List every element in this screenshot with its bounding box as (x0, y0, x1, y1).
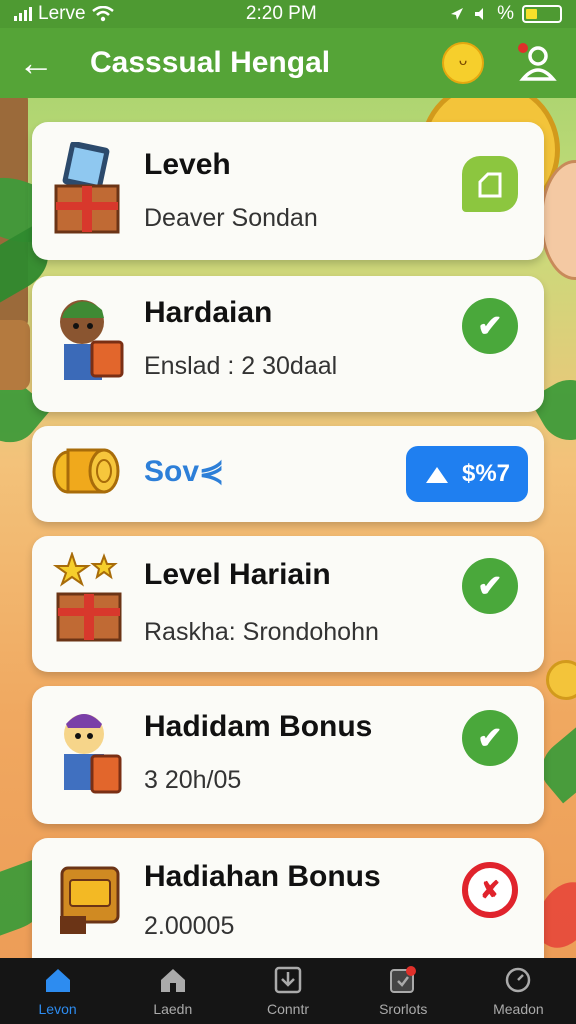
character-bag-icon (52, 704, 128, 794)
denied-icon[interactable]: ✘ (462, 862, 518, 918)
coin-rolls-icon (50, 440, 126, 510)
volume-icon (475, 8, 484, 20)
reward-card[interactable]: Hadidam Bonus 3 20h/05 ✔ (32, 686, 544, 824)
check-icon[interactable]: ✔ (462, 710, 518, 766)
wifi-icon (91, 6, 114, 22)
home-outline-icon (158, 965, 188, 995)
location-icon (451, 8, 464, 20)
app-header: ← Casssual Hengal ᵕ (0, 28, 576, 98)
tag-icon[interactable] (462, 156, 518, 212)
back-arrow-icon[interactable]: ← (18, 45, 58, 81)
card-title: Sov⋞ (144, 455, 225, 488)
reward-card[interactable]: Hardaian Enslad : 2 30daal ✔ (32, 276, 544, 412)
nav-label: Conntr (266, 1001, 310, 1017)
up-arrow-icon (425, 467, 448, 483)
claim-button[interactable]: $%7 (406, 446, 528, 502)
nav-label: Levon (38, 1001, 77, 1017)
status-bar: Lerve 2:20 PM % (0, 0, 576, 28)
signal-icon (14, 7, 32, 21)
reward-card[interactable]: Level Hariain Raskha: Srondohohn ✔ (32, 536, 544, 672)
card-subtitle: 2.00005 (144, 912, 235, 940)
nav-item-laedn[interactable]: Laedn (115, 958, 230, 1024)
card-subtitle: Deaver Sondan (144, 204, 318, 232)
clock-icon (503, 965, 533, 995)
reward-card[interactable]: Sov⋞ $%7 (32, 426, 544, 522)
download-icon (273, 965, 303, 995)
reward-card[interactable]: Hadiahan Bonus 2.00005 ✘ (32, 838, 544, 964)
card-title: Hadidam Bonus (144, 710, 373, 743)
claim-button-label: $%7 (461, 460, 511, 487)
card-title: Level Hariain (144, 558, 331, 591)
home-icon (43, 965, 73, 995)
smiley-icon[interactable]: ᵕ (442, 42, 484, 84)
reward-card[interactable]: Leveh Deaver Sondan (32, 122, 544, 260)
gift-stars-icon (52, 550, 128, 642)
gift-tablet-icon (52, 141, 128, 234)
character-box-icon (52, 292, 128, 380)
nav-item-conntr[interactable]: Conntr (230, 958, 345, 1024)
profile-icon[interactable] (518, 43, 558, 83)
nav-label: Laedn (153, 1001, 193, 1017)
bottom-nav: Levon Laedn Conntr Srorlots Meadon (0, 958, 576, 1024)
carrier-label: Lerve (38, 3, 86, 24)
check-icon[interactable]: ✔ (462, 558, 518, 614)
nav-label: Meadon (493, 1001, 544, 1017)
treasure-chest-icon (52, 858, 128, 934)
card-title: Hardaian (144, 296, 273, 329)
clock: 2:20 PM (245, 3, 317, 24)
card-subtitle: 3 20h/05 (144, 766, 242, 794)
check-icon[interactable]: ✔ (462, 298, 518, 354)
battery-icon (521, 5, 562, 23)
card-title: Leveh (144, 148, 231, 181)
card-title: Hadiahan Bonus (144, 860, 381, 893)
nav-item-meadon[interactable]: Meadon (461, 958, 576, 1024)
card-subtitle: Enslad : 2 30daal (144, 352, 338, 380)
battery-percent: % (497, 3, 514, 24)
card-subtitle: Raskha: Srondohohn (144, 618, 379, 646)
page-title: Casssual Hengal (90, 46, 331, 79)
nav-label: Srorlots (379, 1001, 428, 1017)
notification-icon (388, 965, 418, 995)
nav-item-srorlots[interactable]: Srorlots (346, 958, 461, 1024)
nav-item-levon[interactable]: Levon (0, 958, 115, 1024)
